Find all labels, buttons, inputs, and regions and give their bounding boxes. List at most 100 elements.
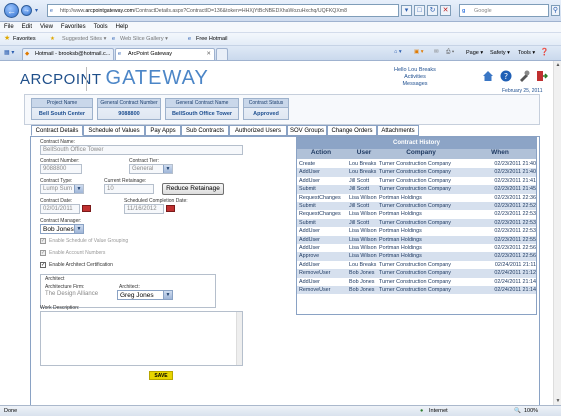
feeds-icon[interactable]: ▣ ▾ [414, 49, 424, 55]
url-input[interactable]: e http://www.arcpointgateway.com/Contrac… [47, 4, 399, 17]
tab-sov-groups[interactable]: SOV Groups [287, 125, 327, 136]
cell-action[interactable]: Create [299, 160, 349, 168]
home-icon[interactable] [482, 70, 494, 82]
logout-icon[interactable] [536, 70, 548, 82]
reduce-retainage-button[interactable]: Reduce Retainage [162, 183, 224, 195]
stop-icon[interactable]: ✕ [440, 5, 451, 16]
account-numbers-checkbox[interactable]: ✓ [40, 250, 46, 256]
tab-pay-apps[interactable]: Pay Apps [145, 125, 181, 136]
cell-action[interactable]: RequestChanges [299, 210, 349, 218]
forward-button[interactable]: → [21, 5, 32, 16]
refresh-icon[interactable]: ↻ [427, 5, 438, 16]
contract-type-value: Lump Sum [43, 186, 73, 192]
fav-free-hotmail[interactable]: Free Hotmail [196, 33, 227, 45]
cell-action[interactable]: AddUser [299, 244, 349, 252]
textarea-scrollbar[interactable] [236, 312, 242, 365]
cell-user: Lisa Wilson [349, 211, 377, 218]
new-tab-button[interactable] [216, 48, 228, 60]
contract-date-input[interactable]: 02/01/2011 [40, 204, 80, 214]
address-dropdown-icon[interactable]: ▾ [401, 5, 412, 16]
tab-contract-details[interactable]: Contract Details [31, 125, 83, 136]
cell-when: 02/23/2011 22:36 [494, 194, 536, 201]
back-button[interactable]: ← [4, 3, 19, 18]
contract-tier-select[interactable]: General ▼ [129, 164, 173, 174]
compat-view-icon[interactable]: □ [414, 5, 425, 16]
cell-action[interactable]: AddUser [299, 168, 349, 176]
messages-link[interactable]: Messages [375, 81, 455, 88]
tab-arcpoint[interactable]: e ArcPoint Gateway ✕ [115, 48, 215, 60]
contract-manager-select[interactable]: Bob Jones ▼ [40, 224, 84, 234]
history-row: AddUser Jill Scott Turner Construction Com… [297, 177, 536, 185]
cell-action[interactable]: AddUser [299, 227, 349, 235]
user-links: Hello Lou Breaks Activities Messages [375, 67, 455, 88]
menu-help[interactable]: Help [116, 24, 128, 30]
history-row: AddUser Lisa Wilson Portman Holdings 02/23/… [297, 235, 536, 244]
menu-edit[interactable]: Edit [22, 24, 32, 30]
tab-schedule-of-values[interactable]: Schedule of Values [83, 125, 145, 136]
fav-web-slice-gallery[interactable]: Web Slice Gallery ▾ [120, 33, 168, 45]
tab-sub-contracts[interactable]: Sub Contracts [181, 125, 229, 136]
fav-suggested-sites[interactable]: Suggested Sites ▾ [62, 33, 106, 45]
menu-tools[interactable]: Tools [94, 24, 108, 30]
contract-name-input[interactable]: BellSouth Office Tower [40, 145, 243, 155]
close-tab-icon[interactable]: ✕ [206, 49, 211, 60]
contract-type-select[interactable]: Lump Sum ▼ [40, 184, 84, 194]
cell-action[interactable]: Submit [299, 202, 349, 210]
help-icon[interactable]: ? [500, 70, 512, 82]
cell-action[interactable]: Approve [299, 252, 349, 260]
calendar-icon[interactable] [82, 205, 91, 212]
svg-text:?: ? [504, 72, 508, 81]
scroll-down-icon[interactable]: ▼ [555, 398, 561, 404]
tab-attachments[interactable]: Attachments [377, 125, 419, 136]
cell-when: 02/23/2011 22:56 [494, 245, 536, 251]
calendar-icon[interactable] [166, 205, 175, 212]
activities-link[interactable]: Activities [375, 74, 455, 81]
cell-action[interactable]: AddUser [299, 236, 349, 244]
zoom-level[interactable]: 100% [524, 406, 538, 416]
svg-grouping-checkbox[interactable]: ✓ [40, 238, 46, 244]
favorites-button[interactable]: Favorites [13, 33, 36, 45]
save-button[interactable]: SAVE [149, 371, 173, 380]
help-icon[interactable]: ❓ [540, 48, 549, 56]
tab-authorized-users[interactable]: Authorized Users [229, 125, 287, 136]
add-favorite-icon[interactable]: ★ [50, 33, 55, 45]
menu-view[interactable]: View [40, 24, 53, 30]
architect-certification-checkbox[interactable]: ✓ [40, 262, 46, 268]
search-icon[interactable]: ⚲ [551, 5, 560, 16]
sched-completion-input[interactable]: 11/16/2012 [124, 204, 164, 214]
history-dropdown-icon[interactable]: ▾ [35, 7, 38, 14]
scroll-up-icon[interactable]: ▲ [555, 62, 561, 68]
cell-action[interactable]: Submit [299, 185, 349, 193]
cell-action[interactable]: AddUser [299, 177, 349, 185]
cell-action[interactable]: AddUser [299, 278, 349, 286]
page-scrollbar[interactable]: ▲ ▼ [553, 61, 561, 405]
search-input[interactable]: g Google [459, 4, 549, 17]
cell-when: 02/24/2011 21:11 [494, 261, 536, 268]
tab-hotmail[interactable]: ◆ Hotmail - brooksb@hotmail.c... [22, 48, 114, 60]
cell-action[interactable]: AddUser [299, 261, 349, 269]
cell-action[interactable]: RemoveUser [299, 286, 349, 294]
home-icon[interactable]: ⌂ ▾ [394, 49, 402, 55]
tools-menu[interactable]: Tools ▾ [518, 50, 535, 56]
menu-file[interactable]: File [4, 24, 14, 30]
cell-action[interactable]: RequestChanges [299, 194, 349, 202]
architect-select[interactable]: Greg Jones ▼ [117, 290, 173, 300]
current-retainage-input[interactable]: 10 [104, 184, 154, 194]
zoom-icon[interactable]: 🔍 [514, 406, 521, 416]
status-bar: Done ● Internet 🔍 100% [0, 405, 561, 416]
quick-tabs-icon[interactable]: ▦ ▾ [4, 49, 14, 56]
safety-menu[interactable]: Safety ▾ [490, 50, 510, 56]
contract-number-input[interactable]: 9088800 [40, 164, 82, 174]
page-menu[interactable]: Page ▾ [466, 50, 483, 56]
col-company-header: Company [406, 149, 436, 156]
cell-action[interactable]: Submit [299, 219, 349, 227]
cell-action[interactable]: RemoveUser [299, 269, 349, 277]
work-description-textarea[interactable] [40, 311, 243, 366]
settings-icon[interactable] [518, 70, 530, 82]
menu-favorites[interactable]: Favorites [61, 24, 86, 30]
logo-divider [86, 67, 87, 91]
cell-when: 02/23/2011 22:55 [494, 236, 536, 243]
read-mail-icon[interactable]: ✉ [434, 49, 439, 55]
print-icon[interactable]: ⎙ ▾ [446, 49, 454, 56]
tab-change-orders[interactable]: Change Orders [327, 125, 377, 136]
